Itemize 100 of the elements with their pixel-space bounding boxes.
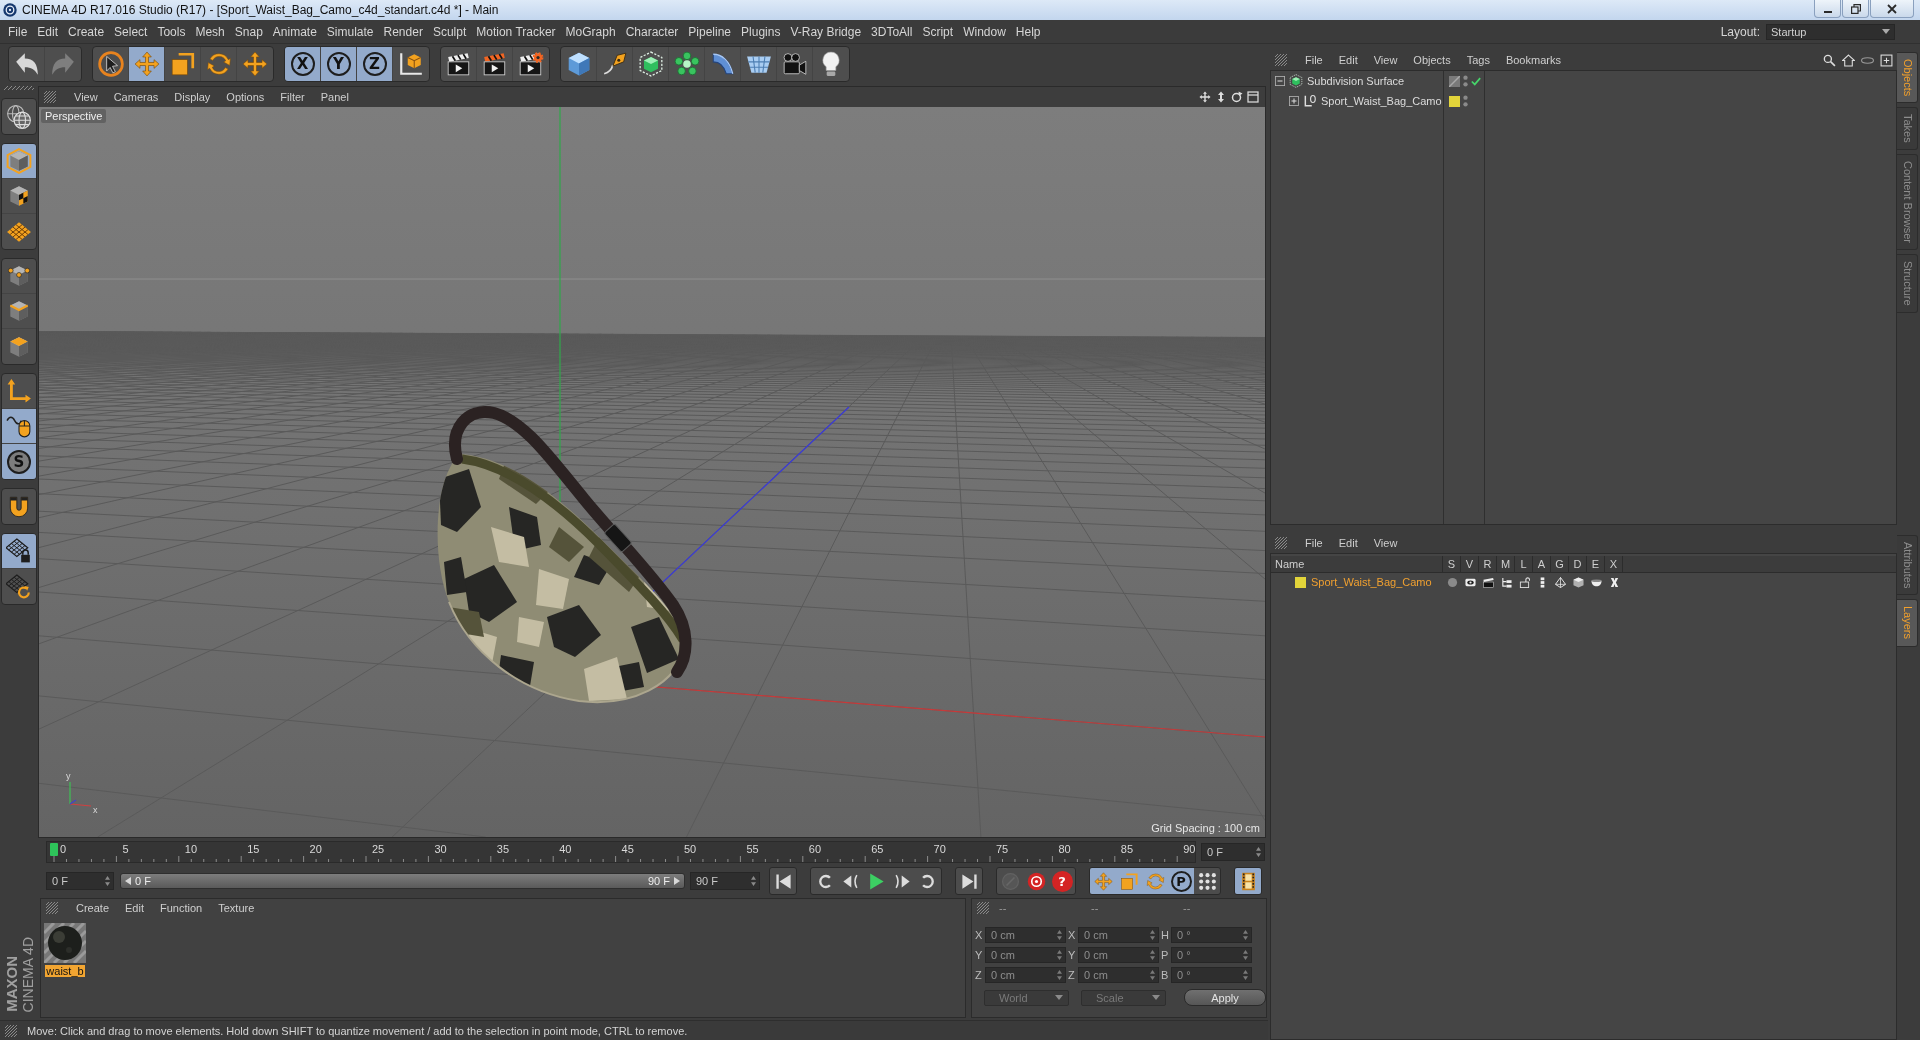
menu-item[interactable]: Help [1010, 24, 1046, 39]
grip-handle-icon[interactable] [4, 86, 34, 90]
minimize-button[interactable] [1814, 0, 1841, 18]
hatched-square-icon[interactable] [1449, 75, 1460, 87]
move-tool-button[interactable] [129, 47, 165, 81]
sphere-thumbnail-icon[interactable] [44, 923, 86, 963]
coordinate-field[interactable]: 0 cm [985, 967, 1066, 983]
menu-item[interactable]: Select [109, 24, 153, 39]
menu-item[interactable]: Texture [210, 902, 263, 914]
menu-item[interactable]: File [1297, 54, 1331, 66]
panel-tab[interactable]: Attributes [1897, 535, 1918, 596]
cube-icon[interactable] [1572, 576, 1584, 588]
menu-item[interactable]: Pipeline [683, 24, 737, 39]
maximize-panel-icon[interactable] [1247, 91, 1259, 103]
ellipse-icon[interactable] [1861, 56, 1874, 64]
axis-lock-button[interactable]: X [285, 47, 321, 81]
spinner-arrows-icon[interactable] [1150, 930, 1155, 940]
menu-item[interactable]: Edit [117, 902, 152, 914]
column-header[interactable]: G [1551, 556, 1569, 572]
pyramid-icon[interactable] [1554, 576, 1566, 588]
snap-button[interactable]: S [2, 444, 36, 479]
menu-item[interactable]: Edit [32, 24, 64, 39]
menu-item[interactable]: Edit [1330, 54, 1366, 66]
panel-tab[interactable]: Structure [1897, 254, 1918, 313]
spinner-arrows-icon[interactable] [1150, 970, 1155, 980]
lock-workplane-button[interactable] [2, 534, 36, 569]
menu-item[interactable]: Bookmarks [1497, 54, 1569, 66]
visibility-dots-icon[interactable] [1463, 75, 1468, 87]
menu-item[interactable]: Tools [152, 24, 191, 39]
frame-range-slider[interactable]: 0 F 90 F [120, 873, 685, 889]
menu-item[interactable]: Create [63, 24, 110, 39]
column-header[interactable]: V [1461, 556, 1479, 572]
new-panel-icon[interactable] [1880, 53, 1893, 67]
menu-item[interactable]: View [66, 91, 106, 103]
spinner-arrows-icon[interactable] [1057, 930, 1062, 940]
grip-handle-icon[interactable] [1275, 537, 1287, 549]
spinner-arrows-icon[interactable] [1256, 847, 1261, 857]
layer-color-swatch[interactable] [1449, 95, 1460, 107]
column-header[interactable]: A [1533, 556, 1551, 572]
axis-lock-button[interactable]: Z [357, 47, 393, 81]
current-frame-field[interactable]: 0 F [1201, 843, 1265, 861]
end-frame-field[interactable]: 90 F [690, 872, 760, 890]
orbit-icon[interactable] [1231, 91, 1243, 103]
layer-name[interactable]: Sport_Waist_Bag_Camo [1311, 576, 1432, 588]
collapse-icon[interactable] [1275, 76, 1285, 86]
coordinate-field[interactable]: 0 cm [1078, 967, 1159, 983]
coordinate-field[interactable]: 0 ° [1171, 947, 1252, 963]
grip-handle-icon[interactable] [44, 91, 56, 103]
start-frame-field[interactable]: 0 F [46, 872, 114, 890]
menu-item[interactable]: File [3, 24, 33, 39]
menu-item[interactable]: Edit [1330, 537, 1366, 549]
menu-item[interactable]: Objects [1405, 54, 1459, 66]
spinner-arrows-icon[interactable] [105, 876, 110, 886]
menu-item[interactable]: Character [620, 24, 684, 39]
spinner-arrows-icon[interactable] [1057, 970, 1062, 980]
dolly-arrows-icon[interactable] [1215, 91, 1227, 103]
menu-item[interactable]: V-Ray Bridge [785, 24, 867, 39]
cross-shape-icon[interactable] [1608, 576, 1620, 588]
coordinate-field[interactable]: 0 cm [1078, 927, 1159, 943]
move-view-icon[interactable] [1199, 91, 1211, 103]
coordinate-field[interactable]: 0 cm [985, 947, 1066, 963]
menu-item[interactable]: Motion Tracker [471, 24, 561, 39]
axis-lock-button[interactable]: Y [321, 47, 357, 81]
timeline-ruler[interactable]: 0 5 10 15 20 25 30 35 40 45 50 55 60 65 70 75 80 85 90 [46, 841, 1196, 863]
menu-item[interactable]: MoGraph [560, 24, 621, 39]
spinner-arrows-icon[interactable] [1243, 970, 1248, 980]
menu-item[interactable]: View [1365, 537, 1406, 549]
menu-item[interactable]: Script [917, 24, 959, 39]
close-button[interactable] [1870, 0, 1914, 18]
hierarchy-icon[interactable] [1500, 576, 1512, 588]
object-name[interactable]: Sport_Waist_Bag_Camo [1321, 95, 1442, 107]
spinner-arrows-icon[interactable] [1150, 950, 1155, 960]
menu-item[interactable]: Options [218, 91, 273, 103]
maximize-button[interactable] [1842, 0, 1869, 18]
panel-tab[interactable]: Takes [1897, 107, 1918, 151]
menu-item[interactable]: Snap [229, 24, 268, 39]
menu-item[interactable]: Display [166, 91, 219, 103]
cup-icon[interactable] [1590, 576, 1602, 588]
eye-icon[interactable] [1464, 576, 1476, 588]
range-handle[interactable] [674, 877, 680, 885]
layout-dropdown[interactable]: Startup [1766, 23, 1895, 40]
column-header[interactable]: X [1605, 556, 1623, 572]
clapperboard-icon[interactable] [1482, 576, 1494, 588]
expand-icon[interactable] [1289, 96, 1299, 106]
solo-dot-icon[interactable] [1446, 576, 1458, 588]
menu-item[interactable]: Cameras [105, 91, 167, 103]
home-icon[interactable] [1842, 53, 1855, 67]
material-name[interactable]: waist_b [45, 965, 85, 977]
key-parameter-button[interactable]: P [1168, 868, 1194, 894]
column-header[interactable]: E [1587, 556, 1605, 572]
spinner-arrows-icon[interactable] [1057, 950, 1062, 960]
panel-tab[interactable]: Content Browser [1897, 154, 1918, 250]
spinner-arrows-icon[interactable] [1243, 950, 1248, 960]
menu-item[interactable]: 3DToAll [866, 24, 918, 39]
menu-item[interactable]: Filter [272, 91, 313, 103]
grip-handle-icon[interactable] [1275, 54, 1287, 66]
model-mode-button[interactable] [2, 144, 36, 179]
visibility-dots-icon[interactable] [1463, 95, 1468, 107]
menu-item[interactable]: Window [958, 24, 1011, 39]
column-header[interactable]: L [1515, 556, 1533, 572]
